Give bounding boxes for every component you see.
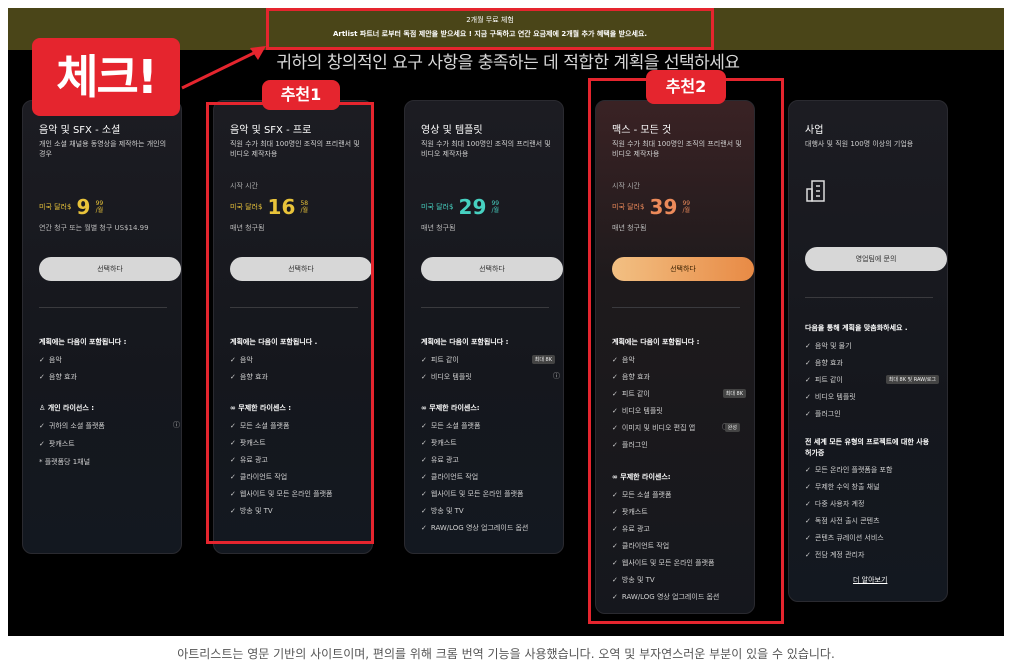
check-icon: ✓ bbox=[805, 359, 811, 367]
check-icon: ✓ bbox=[39, 356, 45, 364]
feature-item: ✓ 음향 효과 bbox=[805, 359, 843, 367]
feature-item: ✓ 모든 소셜 플랫폼 bbox=[421, 422, 481, 430]
feature-item: ✓ 팟캐스트 bbox=[39, 440, 75, 448]
select-button[interactable]: 선택하다 bbox=[39, 257, 181, 281]
select-button[interactable]: 선택하다 bbox=[421, 257, 563, 281]
check-icon: ✓ bbox=[805, 551, 811, 559]
contact-sales-button[interactable]: 영업팀에 문의 bbox=[805, 247, 947, 271]
check-icon: ✓ bbox=[805, 534, 811, 542]
check-icon: ✓ bbox=[421, 456, 427, 464]
rec2-highlight-box bbox=[588, 78, 784, 624]
feature-item: ✓ 비디오 템플릿 bbox=[805, 393, 856, 401]
check-icon: ✓ bbox=[805, 393, 811, 401]
license-heading: 전 세계 모든 유형의 프로젝트에 대한 사용 허가증 bbox=[805, 438, 930, 457]
license-heading: ∞ 무제한 라이센스: bbox=[421, 404, 480, 412]
feature-item: ✓ 비디오 템플릿 bbox=[421, 373, 472, 381]
person-icon: ♙ bbox=[39, 404, 48, 412]
check-icon: ✓ bbox=[421, 490, 427, 498]
feature-item: ✓ 음악 및 물기 bbox=[805, 342, 852, 350]
feature-item: ✓ 클라이언트 작업 bbox=[421, 473, 479, 481]
check-icon: ✓ bbox=[805, 483, 811, 491]
feature-item: ✓ 다중 사용자 계정 bbox=[805, 500, 865, 508]
check-icon: ✓ bbox=[805, 466, 811, 474]
price-currency: 미국 달러$ bbox=[421, 203, 454, 211]
plan-card-footage: 영상 및 템플릿 직원 수가 최대 100명인 조직의 프리랜서 및 비디오 제… bbox=[404, 100, 564, 554]
includes-heading: 계획에는 다음이 포함됩니다 : bbox=[421, 338, 509, 346]
plan-title: 음악 및 SFX - 소셜 bbox=[39, 125, 121, 136]
price-integer: 29 bbox=[458, 195, 487, 219]
promo-highlight-box bbox=[266, 8, 714, 50]
feature-item: ✓ 팟캐스트 bbox=[421, 439, 457, 447]
check-icon: ✓ bbox=[805, 376, 811, 384]
feature-item: ✓ 콘텐츠 큐레이션 서비스 bbox=[805, 534, 884, 542]
plan-card-business: 사업 대행사 및 직원 100명 이상의 기업용 영업팀에 문의 다음을 통해 … bbox=[788, 100, 948, 602]
check-annotation: 체크! bbox=[32, 38, 180, 116]
check-icon: ✓ bbox=[39, 440, 45, 448]
check-icon: ✓ bbox=[39, 422, 45, 430]
resolution-badge: 최대 8K 및 RAW/로그 bbox=[885, 375, 939, 384]
check-icon: ✓ bbox=[39, 373, 45, 381]
price-period: /월 bbox=[95, 207, 104, 214]
plan-description: 대행사 및 직원 100명 이상의 기업용 bbox=[805, 140, 914, 148]
check-icon: ✓ bbox=[421, 356, 427, 364]
price-decimal: 99 bbox=[95, 200, 104, 207]
feature-item: ✓ 음향 효과 bbox=[39, 373, 77, 381]
check-icon: ✓ bbox=[805, 500, 811, 508]
price-currency: 미국 달러$ bbox=[39, 203, 72, 211]
plan-price: 미국 달러$ 9 99/월 bbox=[39, 195, 103, 219]
feature-item: ✓ RAW/LOG 영상 업그레이드 옵션 bbox=[421, 524, 529, 532]
page-headline: 귀하의 창의적인 요구 사항을 충족하는 데 적합한 계획을 선택하세요 bbox=[276, 53, 740, 73]
feature-item: ✓ 음악 bbox=[39, 356, 62, 364]
feature-item: ✓ 방송 및 TV bbox=[421, 507, 464, 515]
rec2-tag: 추천2 bbox=[646, 70, 726, 104]
billing-note: 매년 청구됨 bbox=[421, 224, 456, 232]
rec1-highlight-box bbox=[206, 102, 374, 544]
plan-title: 영상 및 템플릿 bbox=[421, 125, 483, 136]
license-heading: ♙ 개인 라이선스 : bbox=[39, 404, 95, 412]
feature-item: ✓ 전담 계정 관리자 bbox=[805, 551, 865, 559]
plan-price: 미국 달러$ 29 99/월 bbox=[421, 195, 499, 219]
includes-heading: 계획에는 다음이 포함됩니다 : bbox=[39, 338, 127, 346]
price-decimal: 99 bbox=[491, 200, 500, 207]
check-icon: ✓ bbox=[421, 373, 427, 381]
feature-item: ✓ 유료 광고 bbox=[421, 456, 459, 464]
plan-description: 개인 소셜 채널용 동영상을 제작하는 개인의 경우 bbox=[39, 140, 167, 158]
billing-note: 연간 청구 또는 월별 청구 US$14.99 bbox=[39, 224, 149, 232]
check-icon: ✓ bbox=[805, 517, 811, 525]
check-icon: ✓ bbox=[421, 507, 427, 515]
price-period: /월 bbox=[491, 207, 500, 214]
plan-description: 직원 수가 최대 100명인 조직의 프리랜서 및 비디오 제작자용 bbox=[421, 140, 551, 158]
feature-item: ✓ 플러그인 bbox=[805, 410, 841, 418]
learn-more-link[interactable]: 더 알아보기 bbox=[853, 575, 887, 585]
check-icon: ✓ bbox=[421, 439, 427, 447]
info-icon[interactable]: ⓘ bbox=[553, 371, 560, 381]
feature-item: ✓ 귀하의 소셜 플랫폼 bbox=[39, 422, 105, 430]
resolution-badge: 최대 8K bbox=[531, 355, 555, 364]
plan-title: 사업 bbox=[805, 125, 824, 136]
pricing-screenshot: 2개월 무료 체험 Artlist 파트너 로부터 독점 제안을 받으세요 ! … bbox=[8, 8, 1004, 636]
caption-text: 아트리스트는 영문 기반의 사이트이며, 편의를 위해 크롬 번역 기능을 사용… bbox=[177, 647, 835, 661]
includes-heading: 다음을 통해 계획을 맞춤화하세요 . bbox=[805, 324, 908, 332]
info-icon[interactable]: ⓘ bbox=[173, 420, 180, 430]
rec1-tag: 추천1 bbox=[262, 80, 340, 110]
feature-item: ✓ 무제한 수익 창출 채널 bbox=[805, 483, 880, 491]
feature-item: ✓ 모든 온라인 플랫폼을 포함 bbox=[805, 466, 893, 474]
check-icon: ✓ bbox=[805, 410, 811, 418]
plan-card-social: 음악 및 SFX - 소셜 개인 소셜 채널용 동영상을 제작하는 개인의 경우… bbox=[22, 100, 182, 554]
price-integer: 9 bbox=[76, 195, 91, 219]
check-icon: ✓ bbox=[805, 342, 811, 350]
check-icon: ✓ bbox=[421, 473, 427, 481]
feature-item: ✓ 독점 사전 출시 콘텐츠 bbox=[805, 517, 880, 525]
feature-item: ✓ 웹사이트 및 모든 온라인 플랫폼 bbox=[421, 490, 524, 498]
platform-note: * 플랫폼당 1채널 bbox=[39, 458, 91, 466]
check-icon: ✓ bbox=[421, 422, 427, 430]
check-icon: ✓ bbox=[421, 524, 427, 532]
divider bbox=[805, 297, 933, 298]
building-icon bbox=[806, 180, 825, 202]
divider bbox=[421, 307, 549, 308]
divider bbox=[39, 307, 167, 308]
